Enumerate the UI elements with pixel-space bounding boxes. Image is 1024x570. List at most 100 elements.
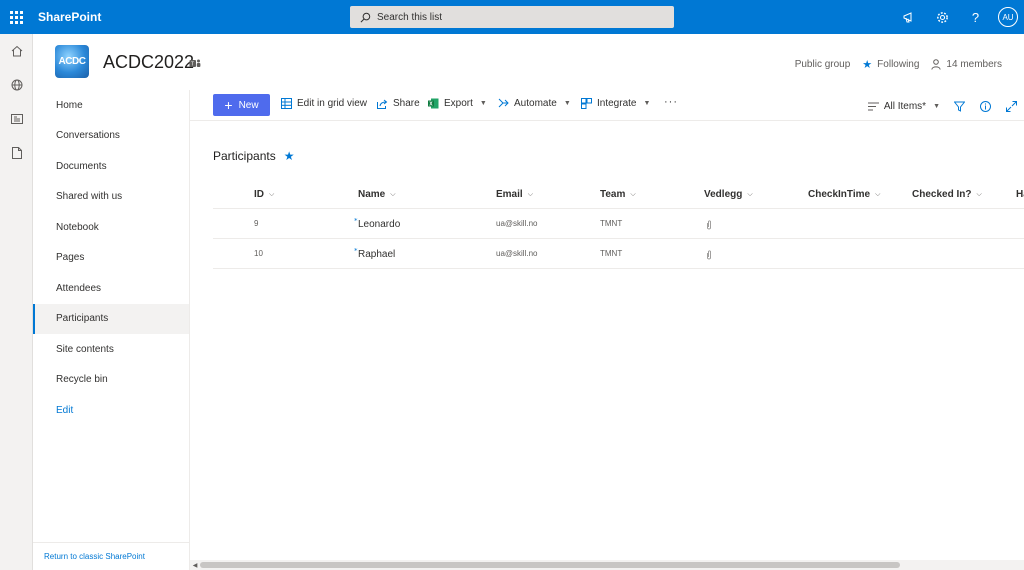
column-header-label: CheckInTime	[808, 189, 871, 200]
column-header-email[interactable]: Email ⌵	[496, 189, 533, 200]
export-button[interactable]: X Export ▼	[428, 98, 487, 109]
chevron-down-icon: ⌵	[527, 190, 533, 198]
list-title-text[interactable]: Participants	[213, 149, 276, 163]
expand-icon[interactable]	[998, 100, 1024, 112]
cell-name[interactable]: ⁎ Raphael	[354, 246, 396, 260]
nav-item-pages[interactable]: Pages	[33, 243, 189, 274]
site-logo[interactable]: ACDC	[55, 45, 89, 78]
filter-icon[interactable]	[946, 101, 972, 112]
more-options-icon[interactable]: ···	[664, 96, 678, 108]
members-button[interactable]: 14 members	[931, 59, 1002, 70]
chevron-down-icon: ⌵	[390, 190, 396, 198]
column-header-row: ID ⌵ Name ⌵ Email ⌵ Team ⌵ Vedlegg ⌵ CheckInT…	[213, 180, 1024, 209]
new-button[interactable]: + New	[213, 94, 270, 116]
column-header-checkintime[interactable]: CheckInTime ⌵	[808, 189, 880, 200]
nav-item-site-contents[interactable]: Site contents	[33, 334, 189, 365]
chevron-down-icon: ⌵	[747, 190, 753, 198]
follow-label: Following	[877, 59, 920, 70]
left-navigation: Home Conversations Documents Shared with…	[33, 90, 190, 570]
integrate-button[interactable]: Integrate ▼	[581, 98, 650, 109]
scroll-left-icon[interactable]: ◀	[190, 560, 200, 570]
grid-icon	[281, 98, 292, 109]
megaphone-icon[interactable]	[893, 0, 926, 34]
chevron-down-icon: ▼	[643, 100, 651, 107]
cell-name[interactable]: ⁎ Leonardo	[354, 216, 401, 230]
attachment-icon[interactable]	[706, 247, 712, 265]
column-header-team[interactable]: Team ⌵	[600, 189, 636, 200]
nav-item-home[interactable]: Home	[33, 90, 189, 121]
chevron-down-icon: ⌵	[630, 190, 636, 198]
person-icon	[931, 59, 942, 70]
info-icon[interactable]	[972, 100, 998, 112]
gear-icon[interactable]	[926, 0, 959, 34]
nav-item-attendees[interactable]: Attendees	[33, 273, 189, 304]
brand-name[interactable]: SharePoint	[38, 10, 101, 24]
cell-team: TMNT	[600, 249, 623, 258]
search-icon	[360, 12, 371, 22]
nav-item-notebook[interactable]: Notebook	[33, 212, 189, 243]
table-row[interactable]: 10 ⁎ Raphael ua@skill.no TMNT	[213, 239, 1024, 269]
cell-email: ua@skill.no	[496, 249, 538, 258]
search-input[interactable]: Search this list	[350, 6, 674, 28]
nav-item-documents[interactable]: Documents	[33, 151, 189, 182]
export-label: Export	[444, 98, 473, 109]
attachment-icon[interactable]	[706, 217, 712, 235]
view-selector[interactable]: All Items* ▼	[867, 101, 940, 112]
chevron-down-icon: ⌵	[976, 190, 982, 198]
list-view-icon	[867, 102, 879, 110]
app-launcher-icon[interactable]	[0, 0, 32, 34]
follow-button[interactable]: ★ Following	[862, 58, 919, 71]
column-header-label: ID	[254, 189, 264, 200]
cell-team: TMNT	[600, 219, 623, 228]
automate-button[interactable]: Automate ▼	[498, 98, 571, 109]
share-button[interactable]: Share	[377, 98, 420, 109]
nav-edit-link[interactable]: Edit	[33, 395, 189, 426]
home-icon[interactable]	[0, 34, 33, 68]
column-header-checked-in[interactable]: Checked In? ⌵	[912, 189, 982, 200]
plus-icon: +	[224, 97, 233, 113]
column-header-ha[interactable]: Ha	[1016, 189, 1024, 200]
news-icon[interactable]	[0, 102, 33, 136]
edit-grid-view-label: Edit in grid view	[297, 98, 368, 109]
command-bar: + New Edit in grid view Share X Export ▼…	[190, 90, 1024, 121]
new-item-icon: ⁎	[354, 216, 358, 223]
nav-item-participants[interactable]: Participants	[33, 303, 189, 334]
column-header-label: Name	[358, 189, 386, 200]
classic-sharepoint-link[interactable]: Return to classic SharePoint	[33, 542, 190, 570]
app-bar	[0, 34, 33, 570]
column-header-label: Team	[600, 189, 626, 200]
document-icon[interactable]	[0, 136, 33, 170]
horizontal-scrollbar[interactable]: ◀	[190, 560, 1024, 570]
column-header-name[interactable]: Name ⌵	[358, 189, 396, 200]
chevron-down-icon: ▼	[479, 100, 487, 107]
new-item-icon: ⁎	[354, 246, 358, 253]
favorite-star-icon[interactable]: ★	[284, 149, 295, 163]
help-icon[interactable]: ?	[959, 0, 992, 34]
members-label: 14 members	[946, 59, 1002, 70]
edit-grid-view-button[interactable]: Edit in grid view	[281, 98, 367, 109]
cell-name-text: Raphael	[358, 249, 396, 260]
column-header-id[interactable]: ID ⌵	[254, 189, 274, 200]
suite-bar: SharePoint Search this list ? AU	[0, 0, 1024, 34]
site-title[interactable]: ACDC2022	[103, 52, 194, 73]
cell-email: ua@skill.no	[496, 219, 538, 228]
svg-text:T: T	[191, 62, 194, 68]
nav-item-recycle-bin[interactable]: Recycle bin	[33, 365, 189, 396]
chevron-down-icon: ▼	[563, 100, 571, 107]
teams-icon[interactable]: T	[189, 56, 201, 74]
column-header-vedlegg[interactable]: Vedlegg ⌵	[704, 189, 753, 200]
integrate-icon	[581, 98, 592, 109]
flow-icon	[498, 98, 509, 108]
scrollbar-thumb[interactable]	[200, 562, 900, 568]
share-icon	[377, 99, 388, 109]
avatar[interactable]: AU	[998, 7, 1018, 27]
table-row[interactable]: 9 ⁎ Leonardo ua@skill.no TMNT	[213, 209, 1024, 239]
chevron-down-icon: ⌵	[875, 190, 881, 198]
cell-name-text: Leonardo	[358, 219, 401, 230]
nav-item-shared-with-us[interactable]: Shared with us	[33, 182, 189, 213]
nav-item-conversations[interactable]: Conversations	[33, 121, 189, 152]
column-header-label: Checked In?	[912, 189, 972, 200]
excel-icon: X	[428, 98, 439, 109]
cell-id: 9	[254, 219, 259, 228]
globe-icon[interactable]	[0, 68, 33, 102]
